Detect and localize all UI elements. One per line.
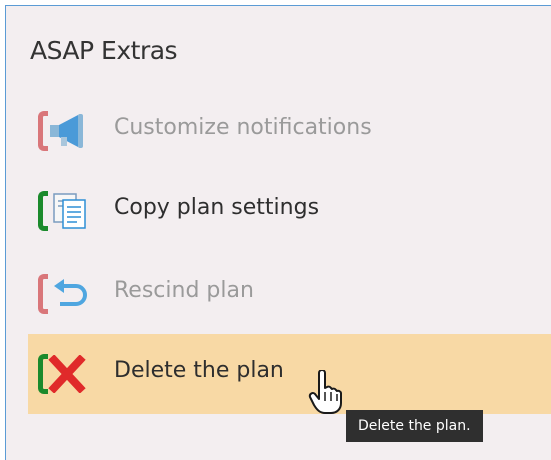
megaphone-icon: [50, 114, 83, 148]
menu-item-label: Copy plan settings: [114, 195, 320, 220]
rescind-plan-icon-group: [38, 274, 88, 314]
hand-pointer-cursor-icon: [308, 370, 342, 414]
undo-arrow-icon: [54, 279, 87, 306]
disabled-bracket-icon: [38, 274, 48, 314]
asap-extras-panel: ASAP Extras Customize notifications Copy…: [5, 5, 551, 460]
menu-item-delete-the-plan[interactable]: Delete the plan: [28, 334, 551, 414]
disabled-bracket-icon: [38, 111, 48, 151]
menu-item-label: Delete the plan: [114, 358, 284, 383]
customize-notifications-icon-group: [38, 111, 88, 151]
enabled-bracket-icon: [38, 191, 48, 231]
panel-title: ASAP Extras: [30, 36, 178, 65]
menu-item-label: Customize notifications: [114, 115, 372, 140]
menu-item-customize-notifications[interactable]: Customize notifications: [28, 91, 551, 171]
menu-item-rescind-plan[interactable]: Rescind plan: [28, 254, 551, 334]
copy-icon: [53, 193, 86, 229]
menu-item-copy-plan-settings[interactable]: Copy plan settings: [28, 171, 551, 251]
menu-item-label: Rescind plan: [114, 278, 254, 303]
enabled-bracket-icon: [38, 354, 48, 394]
tooltip: Delete the plan.: [346, 410, 483, 442]
copy-plan-settings-icon-group: [38, 191, 88, 231]
delete-the-plan-icon-group: [38, 354, 88, 394]
delete-x-icon: [48, 355, 86, 393]
